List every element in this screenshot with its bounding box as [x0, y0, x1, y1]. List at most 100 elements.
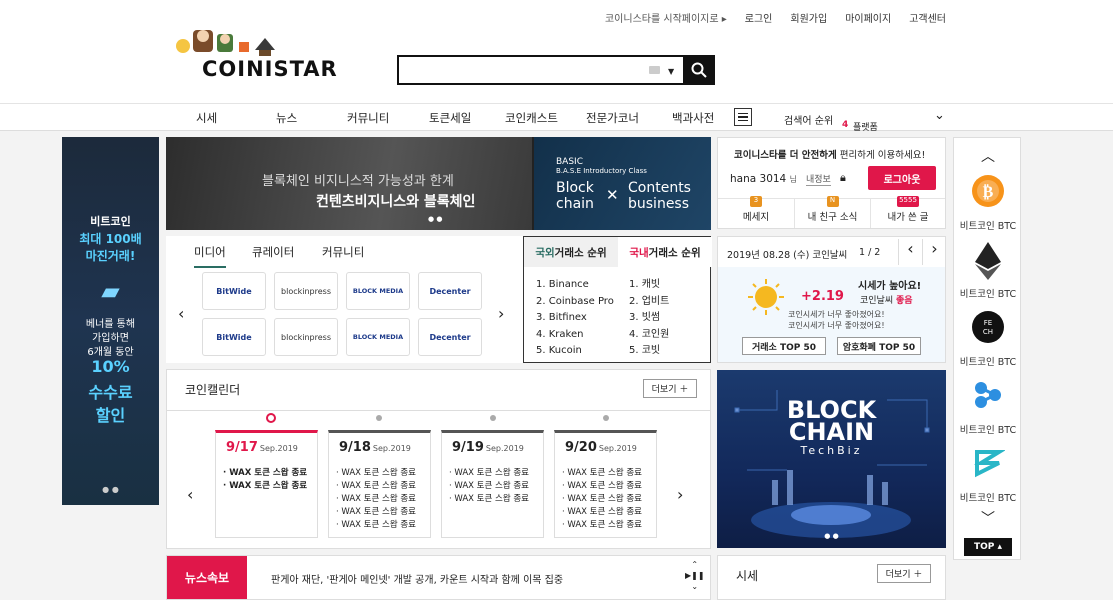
play-pause-icon[interactable]: ▶❚❚ — [685, 570, 705, 581]
tab-curator[interactable]: 큐레이터 — [252, 244, 294, 260]
coin-item-ripple[interactable]: 비트코인 BTC — [954, 378, 1022, 436]
weather-sub-label: 코인날씨 — [860, 296, 894, 306]
media-logo-blockmedia[interactable]: BLOCK MEDIA — [346, 318, 410, 356]
korean-prefix: 국내 — [629, 246, 649, 259]
search-dropdown-icon[interactable]: ▼ — [668, 67, 674, 76]
list-item[interactable]: · WAX 토큰 스왑 종료 — [562, 467, 642, 480]
list-item[interactable]: 1. Binance — [536, 277, 614, 294]
coin-item-zilliqa[interactable]: 비트코인 BTC — [954, 446, 1022, 504]
set-start-page-link[interactable]: 코이니스타를 시작페이지로 ▸ — [605, 10, 727, 25]
messages-stat[interactable]: 3 메세지 — [718, 196, 794, 228]
list-item[interactable]: 1. 캐빗 — [629, 277, 669, 294]
list-item[interactable]: 4. 코인원 — [629, 327, 669, 344]
keyboard-icon[interactable] — [649, 66, 660, 74]
nav-item-sise[interactable]: 시세 — [196, 110, 217, 126]
menu-icon[interactable] — [734, 108, 752, 126]
media-prev-arrow-icon[interactable]: ‹ — [178, 304, 184, 323]
weather-prev-icon[interactable]: ‹ — [898, 239, 922, 265]
list-item[interactable]: · WAX 토큰 스왑 종료 — [336, 480, 416, 493]
media-logo-decenter[interactable]: Decenter — [418, 318, 482, 356]
calendar-prev-icon[interactable]: ‹ — [187, 485, 193, 504]
coin-weather-date: 2019년 08.28 (수) 코인날씨 — [727, 250, 848, 261]
media-logo-blockinpress[interactable]: blockinpress — [274, 272, 338, 310]
media-next-arrow-icon[interactable]: › — [498, 304, 504, 323]
calendar-next-icon[interactable]: › — [677, 485, 683, 504]
news-flash-headline[interactable]: 판게아 재단, '판게아 메인넷' 개발 공개, 카운트 시작과 함께 이목 집… — [271, 571, 563, 586]
media-logo-decenter[interactable]: Decenter — [418, 272, 482, 310]
list-item[interactable]: 4. Kraken — [536, 327, 614, 344]
chevron-down-icon[interactable]: ⌄ — [685, 581, 705, 592]
chevron-up-icon[interactable]: ︿ — [954, 146, 1022, 166]
media-logo-bitwide[interactable]: BitWide — [202, 318, 266, 356]
search-input[interactable] — [405, 61, 641, 81]
big-banner-pager[interactable]: ● ● — [717, 532, 946, 540]
list-item[interactable]: 5. Kucoin — [536, 343, 614, 360]
tab-community[interactable]: 커뮤니티 — [322, 244, 364, 260]
list-item[interactable]: · WAX 토큰 스왑 종료 — [562, 506, 642, 519]
list-item[interactable]: · WAX 토큰 스왑 종료 — [223, 480, 307, 493]
media-logo-blockmedia[interactable]: BLOCK MEDIA — [346, 272, 410, 310]
list-item[interactable]: · WAX 토큰 스왑 종료 — [562, 480, 642, 493]
techbiz-ad-banner[interactable]: BLOCK CHAIN TechBiz ● ● — [717, 370, 946, 548]
nav-item-news[interactable]: 뉴스 — [276, 110, 297, 126]
signup-link[interactable]: 회원가입 — [790, 10, 827, 25]
coin-item-bitcoin[interactable]: ₿ 비트코인 BTC — [954, 174, 1022, 232]
list-item[interactable]: · WAX 토큰 스왑 종료 — [336, 467, 416, 480]
list-item[interactable]: 3. 빗썸 — [629, 310, 669, 327]
list-item[interactable]: 3. Bitfinex — [536, 310, 614, 327]
nav-item-coincast[interactable]: 코인캐스트 — [505, 110, 558, 126]
back-to-top-button[interactable]: TOP ▴ — [964, 538, 1012, 556]
list-item[interactable]: 2. 업비트 — [629, 294, 669, 311]
list-item[interactable]: · WAX 토큰 스왑 종료 — [562, 493, 642, 506]
list-item[interactable]: · WAX 토큰 스왑 종료 — [336, 506, 416, 519]
support-link[interactable]: 고객센터 — [909, 10, 946, 25]
exchange-top50-button[interactable]: 거래소 TOP 50 — [742, 337, 826, 355]
calendar-card[interactable]: 9/18 Sep.2019 · WAX 토큰 스왑 종료 · WAX 토큰 스왑 … — [328, 430, 431, 538]
coin-item-fetch[interactable]: FE CH 비트코인 BTC — [954, 310, 1022, 368]
tab-media[interactable]: 미디어 — [194, 244, 226, 268]
chevron-down-icon[interactable]: ﹀ — [954, 508, 1022, 528]
nav-item-tokensale[interactable]: 토큰세일 — [429, 110, 471, 126]
search-rank-word[interactable]: 플랫폼 — [853, 120, 878, 133]
nav-item-community[interactable]: 커뮤니티 — [347, 110, 389, 126]
list-item[interactable]: · WAX 토큰 스왑 종료 — [336, 519, 416, 532]
calendar-card[interactable]: 9/20 Sep.2019 · WAX 토큰 스왑 종료 · WAX 토큰 스왑 … — [554, 430, 657, 538]
media-logo-bitwide[interactable]: BitWide — [202, 272, 266, 310]
calendar-card[interactable]: 9/17 Sep.2019 · WAX 토큰 스왑 종료 · WAX 토큰 스왑 … — [215, 430, 318, 538]
main-banner-slide-2[interactable]: BASIC B.A.S.E Introductory Class Block c… — [534, 137, 711, 230]
calendar-card[interactable]: 9/19 Sep.2019 · WAX 토큰 스왑 종료 · WAX 토큰 스왑 … — [441, 430, 544, 538]
list-item[interactable]: 2. Coinbase Pro — [536, 294, 614, 311]
my-info-link[interactable]: 내정보 — [806, 172, 831, 186]
left-banner-pager[interactable]: ● ● — [62, 485, 159, 494]
login-link[interactable]: 로그인 — [745, 10, 773, 25]
list-item[interactable]: · WAX 토큰 스왑 종료 — [449, 467, 529, 480]
list-item[interactable]: · WAX 토큰 스왑 종료 — [562, 519, 642, 532]
friends-stat[interactable]: N 내 친구 소식 — [794, 196, 870, 228]
nav-item-expert[interactable]: 전문가코너 — [586, 110, 639, 126]
site-logo[interactable]: COINISTAR — [173, 22, 353, 82]
tab-korean-exchange[interactable]: 국내 거래소 순위 — [618, 237, 712, 267]
chevron-up-icon[interactable]: ⌃ — [685, 559, 705, 570]
coin-item-ethereum[interactable]: 비트코인 BTC — [954, 242, 1022, 300]
tab-foreign-exchange[interactable]: 국외 거래소 순위 — [524, 237, 618, 267]
posts-stat[interactable]: 5555 내가 쓴 글 — [870, 196, 945, 228]
list-item[interactable]: · WAX 토큰 스왑 종료 — [449, 480, 529, 493]
media-logo-blockinpress[interactable]: blockinpress — [274, 318, 338, 356]
weather-next-icon[interactable]: › — [922, 239, 946, 265]
logout-button[interactable]: 로그아웃 — [868, 166, 936, 190]
left-ad-banner[interactable]: 비트코인 최대 100배 마진거래! ▰ 베너를 통해 가입하면 6개월 동안 … — [62, 137, 159, 505]
search-button[interactable] — [683, 55, 715, 85]
main-banner-slide-1[interactable]: 블록체인 비지니스적 가능성과 한계 컨텐츠비지니스와 블록체인 ● ● — [166, 137, 532, 230]
list-item[interactable]: · WAX 토큰 스왑 종료 — [336, 493, 416, 506]
nav-item-encyclopedia[interactable]: 백과사전 — [672, 110, 714, 126]
calendar-more-button[interactable]: 더보기 ＋ — [643, 379, 697, 398]
mypage-link[interactable]: 마이페이지 — [845, 10, 891, 25]
sise-more-button[interactable]: 더보기 ＋ — [877, 564, 931, 583]
list-item[interactable]: · WAX 토큰 스왑 종료 — [449, 493, 529, 506]
list-item[interactable]: · WAX 토큰 스왑 종료 — [223, 467, 307, 480]
main-carousel[interactable]: 블록체인 비지니스적 가능성과 한계 컨텐츠비지니스와 블록체인 ● ● BAS… — [166, 137, 711, 230]
list-item[interactable]: 5. 코빗 — [629, 343, 669, 360]
main-banner-pager[interactable]: ● ● — [428, 215, 442, 223]
chevron-down-icon[interactable]: ⌄ — [934, 108, 945, 123]
crypto-top50-button[interactable]: 암호화폐 TOP 50 — [837, 337, 921, 355]
